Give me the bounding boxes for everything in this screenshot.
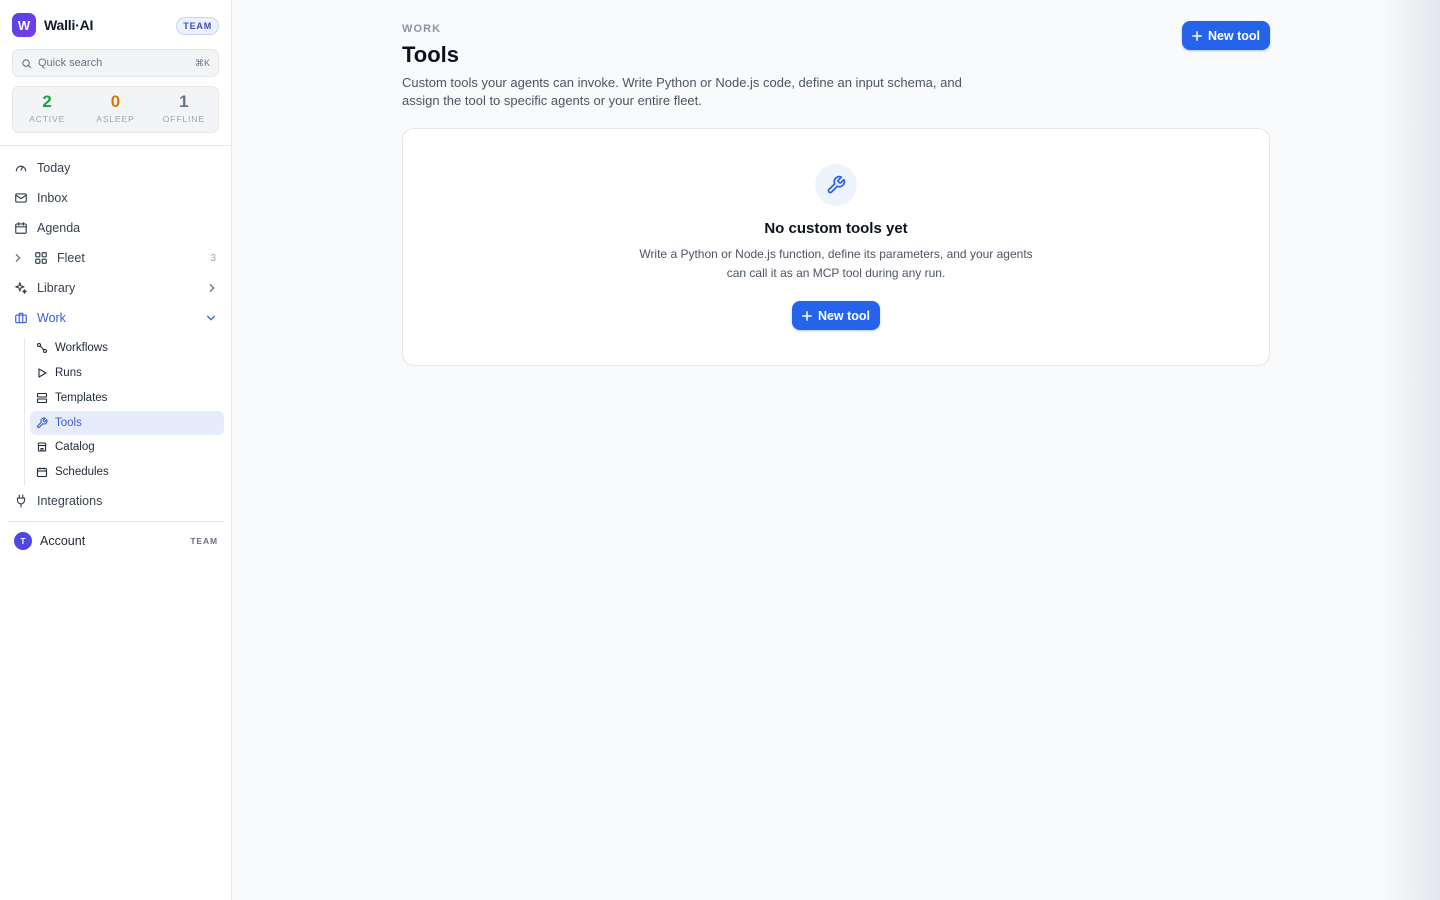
sidebar-divider: [0, 145, 231, 146]
page-title: Tools: [402, 42, 460, 67]
sidebar-item-fleet[interactable]: Fleet 3: [8, 245, 224, 271]
stat-asleep: 0 ASLEEP: [81, 87, 149, 132]
mail-icon: [14, 191, 28, 205]
sidebar-item-tools[interactable]: Tools: [30, 411, 224, 435]
sidebar-item-label: Library: [37, 281, 76, 295]
calendar-icon: [14, 221, 28, 235]
sidebar-item-label: Workflows: [55, 342, 108, 354]
plus-icon: [1192, 30, 1202, 41]
chevron-right-icon[interactable]: [14, 251, 22, 265]
briefcase-icon: [14, 311, 28, 325]
stat-asleep-label: ASLEEP: [96, 114, 135, 124]
sidebar-item-templates[interactable]: Templates: [30, 386, 224, 410]
stat-offline: 1 OFFLINE: [150, 87, 218, 132]
sidebar-item-agenda[interactable]: Agenda: [8, 215, 224, 241]
store-icon: [36, 441, 48, 453]
play-icon: [36, 367, 48, 379]
sidebar-item-runs[interactable]: Runs: [30, 361, 224, 385]
wrench-icon: [815, 164, 857, 206]
stat-active: 2 ACTIVE: [13, 87, 81, 132]
new-tool-label: New tool: [1207, 28, 1261, 43]
workflow-icon: [36, 342, 48, 354]
sidebar-item-label: Today: [37, 161, 71, 175]
breadcrumb: WORK: [402, 23, 442, 35]
search-placeholder: Quick search: [38, 57, 103, 69]
sidebar-item-label: Integrations: [37, 494, 103, 508]
stat-active-value: 2: [42, 92, 52, 111]
calendar-icon: [36, 466, 48, 478]
new-tool-button[interactable]: New tool: [1182, 21, 1270, 50]
sidebar-item-integrations[interactable]: Integrations: [8, 488, 224, 514]
sidebar-item-label: Templates: [55, 392, 108, 404]
chevron-down-icon: [206, 314, 216, 322]
sidebar-divider: [8, 521, 224, 522]
stat-asleep-value: 0: [110, 92, 121, 111]
sidebar-item-label: Inbox: [37, 191, 68, 205]
sidebar-item-work[interactable]: Work: [8, 305, 224, 331]
gauge-icon: [14, 161, 28, 175]
sidebar-item-schedules[interactable]: Schedules: [30, 460, 224, 484]
empty-state-description: Write a Python or Node.js function, defi…: [639, 247, 1033, 280]
new-tool-button[interactable]: New tool: [792, 301, 880, 330]
chevron-right-icon: [208, 283, 216, 293]
sidebar-item-label: Catalog: [55, 441, 95, 453]
sidebar-item-label: Schedules: [55, 466, 109, 478]
window-edge-shadow: [1380, 0, 1440, 900]
sidebar-item-catalog[interactable]: Catalog: [30, 435, 224, 459]
page-description: Custom tools your agents can invoke. Wri…: [402, 75, 962, 108]
plan-badge: TEAM: [176, 17, 219, 35]
submenu-guide: [24, 338, 25, 486]
stat-offline-value: 1: [179, 92, 189, 111]
account-menu[interactable]: T Account TEAM: [14, 532, 218, 550]
sidebar-item-label: Tools: [55, 417, 82, 429]
account-label: Account: [40, 534, 86, 548]
account-plan-badge: TEAM: [190, 536, 218, 546]
sidebar-item-library[interactable]: Library: [8, 275, 224, 301]
fleet-stats: 2 ACTIVE 0 ASLEEP 1 OFFLINE: [12, 86, 219, 133]
grid-icon: [34, 251, 48, 265]
sidebar-item-workflows[interactable]: Workflows: [30, 336, 224, 360]
stat-offline-label: OFFLINE: [162, 114, 205, 124]
sparkles-icon: [14, 281, 28, 295]
app-logo: W: [12, 13, 36, 37]
search-icon: [21, 58, 32, 69]
sidebar: W Walli·AI TEAM Quick search ⌘K 2 ACTIVE…: [0, 0, 232, 900]
wrench-icon: [36, 417, 48, 429]
sidebar-item-label: Agenda: [37, 221, 81, 235]
sidebar-item-today[interactable]: Today: [8, 155, 224, 181]
empty-state-card: No custom tools yet Write a Python or No…: [402, 128, 1270, 366]
empty-state-title: No custom tools yet: [764, 220, 908, 237]
new-tool-label: New tool: [817, 308, 871, 323]
search-shortcut: ⌘K: [194, 57, 210, 68]
sidebar-item-label: Work: [37, 311, 66, 325]
sidebar-item-inbox[interactable]: Inbox: [8, 185, 224, 211]
stat-active-label: ACTIVE: [29, 114, 66, 124]
app-name: Walli·AI: [44, 17, 94, 33]
fleet-count: 3: [210, 252, 216, 264]
plug-icon: [14, 494, 28, 508]
sidebar-item-label: Fleet: [57, 251, 85, 265]
sidebar-item-label: Runs: [55, 367, 82, 379]
plus-icon: [802, 310, 812, 321]
template-icon: [36, 392, 48, 404]
avatar: T: [14, 532, 32, 550]
brand[interactable]: W Walli·AI TEAM: [12, 13, 219, 37]
quick-search[interactable]: Quick search ⌘K: [12, 49, 219, 77]
